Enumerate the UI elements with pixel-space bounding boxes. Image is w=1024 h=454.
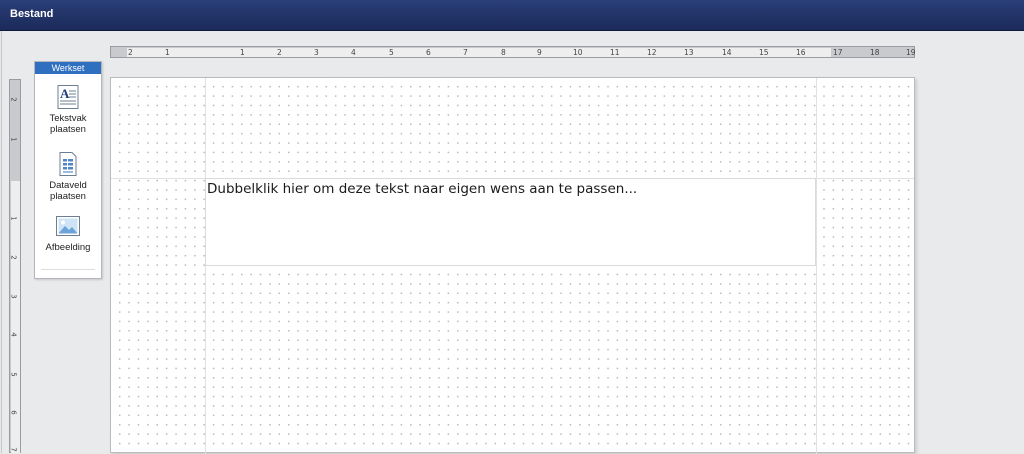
h-ruler-label: 8 [501, 48, 506, 57]
h-ruler-label: 6 [426, 48, 431, 57]
v-ruler-label: 6 [9, 410, 18, 415]
tool-label: plaatsen [50, 191, 86, 202]
image-icon [55, 213, 81, 239]
v-ruler-label: 2 [9, 255, 18, 260]
v-ruler-label: 7 [9, 447, 18, 452]
place-textbox-tool[interactable]: A Tekstvak plaatsen [35, 84, 101, 135]
h-ruler-label: 2 [128, 48, 133, 57]
report-page-canvas[interactable]: Dubbelklik hier om deze tekst naar eigen… [110, 77, 915, 454]
h-ruler-label: 3 [314, 48, 319, 57]
h-ruler-label: 13 [684, 48, 694, 57]
v-ruler-label: 1 [9, 137, 18, 142]
file-menu[interactable]: Bestand [10, 8, 53, 20]
h-ruler-label: 14 [722, 48, 732, 57]
margin-guide-right [816, 78, 817, 454]
h-ruler-label: 9 [537, 48, 542, 57]
v-ruler-label: 2 [9, 97, 18, 102]
h-ruler-label: 10 [573, 48, 583, 57]
svg-text:A: A [60, 86, 70, 101]
h-ruler-label: 12 [647, 48, 657, 57]
vertical-ruler: 2 1 1 2 3 4 5 6 7 [9, 79, 21, 453]
place-image-tool[interactable]: Afbeelding [35, 213, 101, 253]
textbox-text: Dubbelklik hier om deze tekst naar eigen… [207, 181, 638, 197]
h-ruler-label: 18 [870, 48, 880, 57]
h-ruler-label: 5 [389, 48, 394, 57]
toolbox-title: Werkset [35, 62, 101, 74]
horizontal-ruler: 2 1 1 2 3 4 5 6 7 8 9 10 11 12 13 14 15 … [110, 46, 916, 58]
toolbox-panel: Werkset A Tekstvak plaatsen Dataveld pla… [34, 61, 102, 279]
h-ruler-label: 16 [796, 48, 806, 57]
tool-label: plaatsen [50, 124, 86, 135]
tool-label: Dataveld [49, 180, 87, 191]
h-ruler-label: 1 [165, 48, 170, 57]
datafield-icon [55, 151, 81, 177]
h-ruler-label: 2 [277, 48, 282, 57]
tool-label: Tekstvak [49, 113, 87, 124]
toolbox-divider [41, 269, 95, 270]
h-ruler-label: 17 [833, 48, 843, 57]
h-ruler-label: 7 [463, 48, 468, 57]
v-ruler-label: 5 [9, 372, 18, 377]
margin-guide-left [205, 78, 206, 454]
v-ruler-label: 4 [9, 332, 18, 337]
h-ruler-label: 15 [759, 48, 769, 57]
place-datafield-tool[interactable]: Dataveld plaatsen [35, 151, 101, 202]
v-ruler-label: 1 [9, 216, 18, 221]
tool-label: Afbeelding [45, 242, 91, 253]
title-bar: Bestand [0, 0, 1024, 31]
h-ruler-label: 1 [240, 48, 245, 57]
h-ruler-label: 4 [351, 48, 356, 57]
textbox-icon: A [55, 84, 81, 110]
h-ruler-label: 19 [906, 48, 916, 57]
h-ruler-label: 11 [610, 48, 620, 57]
report-textbox[interactable]: Dubbelklik hier om deze tekst naar eigen… [205, 178, 816, 266]
v-ruler-label: 3 [9, 294, 18, 299]
